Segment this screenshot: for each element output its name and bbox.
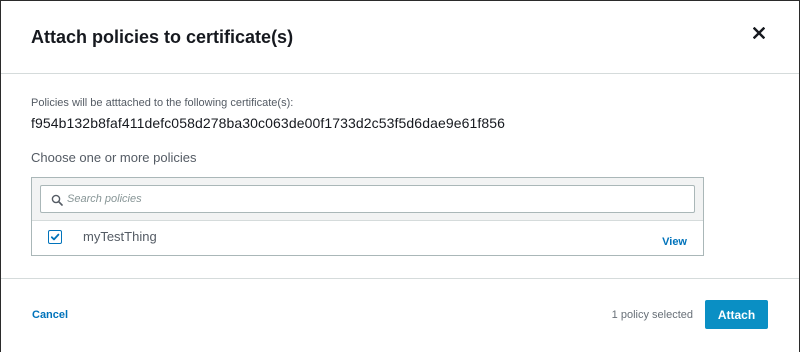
search-input[interactable] [67,186,687,212]
policy-row: myTestThing View [32,221,703,255]
close-button[interactable] [753,25,769,41]
policy-checkbox[interactable] [48,230,62,244]
search-icon [51,193,63,206]
view-policy-link[interactable]: View [662,235,687,249]
certificate-intro-text: Policies will be atttached to the follow… [31,97,294,109]
close-icon [753,27,769,39]
modal-body: Policies will be atttached to the follow… [1,74,799,278]
attach-button[interactable]: Attach [705,300,768,329]
checkmark-icon [50,233,60,241]
modal-title: Attach policies to certificate(s) [31,27,294,47]
policy-selector: myTestThing View [31,177,704,256]
policy-name: myTestThing [83,229,157,244]
modal-header: Attach policies to certificate(s) [1,1,799,74]
search-bar [32,178,703,221]
modal-footer: Cancel 1 policy selected Attach [1,278,799,352]
cancel-button[interactable]: Cancel [32,308,68,322]
attach-policies-modal: Attach policies to certificate(s) Polici… [0,0,800,352]
choose-policies-label: Choose one or more policies [31,150,197,165]
search-field[interactable] [40,185,695,213]
selected-count: 1 policy selected [611,309,693,321]
certificate-id: f954b132b8faf411defc058d278ba30c063de00f… [31,115,506,131]
